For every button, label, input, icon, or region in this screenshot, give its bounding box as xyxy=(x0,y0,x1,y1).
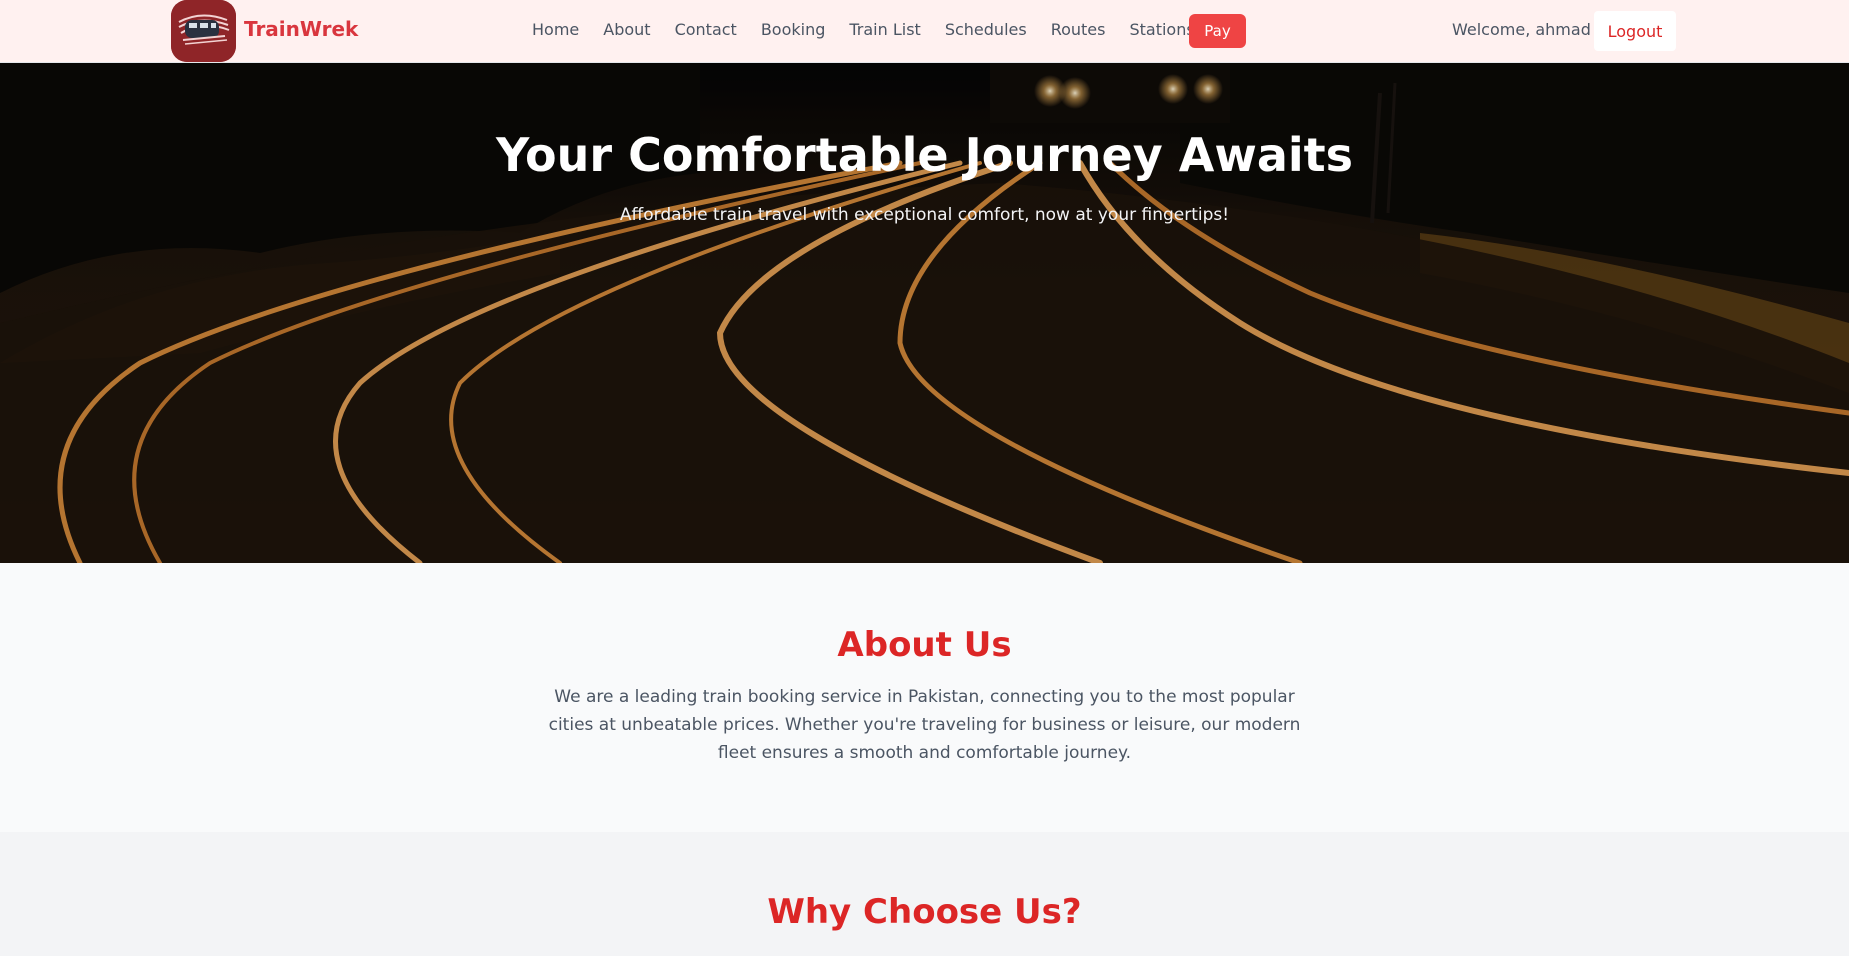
why-section: Why Choose Us? xyxy=(0,832,1849,956)
nav-link-routes[interactable]: Routes xyxy=(1051,20,1106,44)
about-section: About Us We are a leading train booking … xyxy=(0,563,1849,832)
nav-link-about[interactable]: About xyxy=(603,20,650,44)
hero-title: Your Comfortable Journey Awaits xyxy=(495,128,1354,182)
logout-button[interactable]: Logout xyxy=(1594,11,1676,51)
why-title: Why Choose Us? xyxy=(767,892,1082,932)
top-navbar: TrainWrek Home About Contact Booking Tra… xyxy=(0,0,1849,63)
brand-name[interactable]: TrainWrek xyxy=(244,17,358,41)
nav-link-train-list[interactable]: Train List xyxy=(849,20,920,44)
about-text: We are a leading train booking service i… xyxy=(548,687,1301,763)
pay-button[interactable]: Pay xyxy=(1189,14,1246,48)
nav-link-schedules[interactable]: Schedules xyxy=(945,20,1027,44)
welcome-text: Welcome, ahmad xyxy=(1452,20,1591,39)
nav-link-stations[interactable]: Stations xyxy=(1129,20,1194,44)
train-logo-icon[interactable] xyxy=(171,0,236,62)
hero-section: Your Comfortable Journey Awaits Affordab… xyxy=(0,63,1849,563)
hero-subtitle: Affordable train travel with exceptional… xyxy=(619,205,1230,225)
about-title: About Us xyxy=(837,625,1012,665)
nav-link-booking[interactable]: Booking xyxy=(761,20,826,44)
main-nav: Home About Contact Booking Train List Sc… xyxy=(532,20,1195,44)
nav-link-contact[interactable]: Contact xyxy=(675,20,737,44)
nav-link-home[interactable]: Home xyxy=(532,20,579,44)
